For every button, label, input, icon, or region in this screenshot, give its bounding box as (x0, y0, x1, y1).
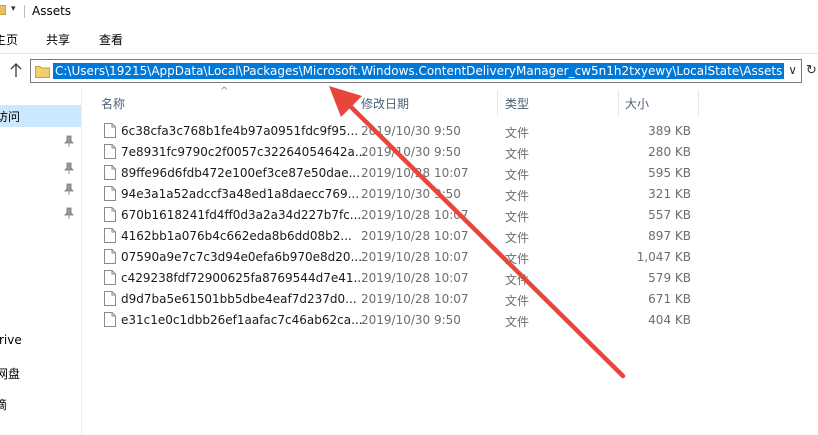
nav-item-netdisk[interactable]: 网盘 (0, 365, 20, 382)
file-name[interactable]: 4162bb1a076b4c662eda8b6dd08b2... (121, 229, 352, 243)
pin-icon (64, 183, 74, 195)
table-row[interactable]: e31c1e0c1dbb26ef1aafac7c46ab62ca... 2019/… (96, 310, 696, 331)
nav-item-onedrive[interactable]: rive (0, 333, 22, 347)
file-size: 1,047 KB (636, 250, 691, 264)
file-icon (104, 123, 116, 138)
file-icon (104, 165, 116, 180)
file-size: 595 KB (648, 166, 691, 180)
file-date: 2019/10/30 9:50 (361, 145, 461, 159)
column-header-date[interactable]: 修改日期 (361, 95, 409, 112)
column-header-type[interactable]: 类型 (505, 95, 529, 112)
file-type: 文件 (505, 315, 530, 329)
file-name[interactable]: d9d7ba5e61501bb5dbe4eaf7d237d0... (121, 292, 357, 306)
refresh-icon[interactable]: ↻ (806, 63, 817, 78)
file-type: 文件 (505, 189, 530, 203)
title-divider (24, 5, 25, 18)
table-row[interactable]: d9d7ba5e61501bb5dbe4eaf7d237d0... 2019/10… (96, 289, 696, 310)
file-size: 557 KB (648, 208, 691, 222)
address-row: C:\Users\19215\AppData\Local\Packages\Mi… (0, 54, 818, 88)
tab-view[interactable]: 查看 (99, 31, 123, 48)
table-row[interactable]: 94e3a1a52adccf3a48ed1a8daecc769... 2019/1… (96, 184, 696, 205)
table-row[interactable]: 4162bb1a076b4c662eda8b6dd08b2... 2019/10/… (96, 226, 696, 247)
file-list: ^ 名称 修改日期 类型 大小 6c38cfa3c768b1fe4b97a095… (96, 86, 816, 435)
column-divider[interactable] (497, 90, 498, 116)
file-date: 2019/10/28 10:07 (361, 229, 469, 243)
table-row[interactable]: 07590a9e7c7c3d94e0efa6b970e8d20... 2019/1… (96, 247, 696, 268)
title-bar: ▾ Assets (0, 0, 818, 24)
file-icon (104, 144, 116, 159)
file-date: 2019/10/30 9:50 (361, 187, 461, 201)
quick-access-dropdown-icon[interactable]: ▾ (11, 4, 16, 14)
file-date: 2019/10/28 10:07 (361, 271, 469, 285)
file-date: 2019/10/30 9:50 (361, 313, 461, 327)
ribbon-tabs: 主页 共享 查看 (0, 24, 818, 54)
file-date: 2019/10/28 10:07 (361, 166, 469, 180)
column-divider[interactable] (353, 90, 354, 116)
file-type: 文件 (505, 231, 530, 245)
file-icon (104, 249, 116, 264)
pin-icon (64, 162, 74, 174)
window-title: Assets (32, 4, 72, 18)
file-size: 579 KB (648, 271, 691, 285)
file-type: 文件 (505, 273, 530, 287)
pin-icon (64, 207, 74, 219)
table-row[interactable]: c429238fdf72900625fa8769544d7e41... 2019/… (96, 268, 696, 289)
navigation-pane: 访问 rive 网盘 滴 (0, 88, 82, 435)
file-name[interactable]: 07590a9e7c7c3d94e0efa6b970e8d20... (121, 250, 362, 264)
address-path[interactable]: C:\Users\19215\AppData\Local\Packages\Mi… (53, 63, 785, 79)
file-size: 280 KB (648, 145, 691, 159)
column-header-name[interactable]: 名称 (101, 95, 125, 112)
file-icon (104, 291, 116, 306)
file-type: 文件 (505, 294, 530, 308)
column-divider[interactable] (618, 90, 619, 116)
file-name[interactable]: 7e8931fc9790c2f0057c32264054642a... (121, 145, 366, 159)
up-arrow-icon[interactable] (9, 62, 23, 78)
file-type: 文件 (505, 210, 530, 224)
file-type: 文件 (505, 147, 530, 161)
file-size: 404 KB (648, 313, 691, 327)
folder-icon (0, 5, 6, 15)
sort-caret-icon: ^ (220, 86, 229, 97)
file-icon (104, 228, 116, 243)
table-row[interactable]: 6c38cfa3c768b1fe4b97a0951fdc9f95... 2019/… (96, 121, 696, 142)
file-name[interactable]: 89ffe96d6fdb472e100ef3ce87e50dae... (121, 166, 360, 180)
file-type: 文件 (505, 126, 530, 140)
file-size: 671 KB (648, 292, 691, 306)
table-row[interactable]: 670b1618241fd4ff0d3a2a34d227b7fc... 2019/… (96, 205, 696, 226)
table-row[interactable]: 7e8931fc9790c2f0057c32264054642a... 2019/… (96, 142, 696, 163)
file-name[interactable]: c429238fdf72900625fa8769544d7e41... (121, 271, 365, 285)
file-date: 2019/10/28 10:07 (361, 250, 469, 264)
file-name[interactable]: e31c1e0c1dbb26ef1aafac7c46ab62ca... (121, 313, 363, 327)
file-name[interactable]: 670b1618241fd4ff0d3a2a34d227b7fc... (121, 208, 361, 222)
chevron-down-icon[interactable]: ∨ (788, 63, 797, 77)
folder-icon (35, 66, 50, 78)
address-bar[interactable]: C:\Users\19215\AppData\Local\Packages\Mi… (30, 59, 802, 83)
file-icon (104, 312, 116, 327)
pin-icon (64, 135, 74, 147)
file-icon (104, 186, 116, 201)
tab-share[interactable]: 共享 (46, 31, 70, 48)
table-row[interactable]: 89ffe96d6fdb472e100ef3ce87e50dae... 2019/… (96, 163, 696, 184)
nav-item-other[interactable]: 滴 (0, 396, 7, 413)
tab-home[interactable]: 主页 (0, 31, 18, 48)
file-size: 897 KB (648, 229, 691, 243)
file-name[interactable]: 6c38cfa3c768b1fe4b97a0951fdc9f95... (121, 124, 358, 138)
file-date: 2019/10/28 10:07 (361, 292, 469, 306)
file-icon (104, 207, 116, 222)
file-date: 2019/10/28 10:07 (361, 208, 469, 222)
nav-item-quick-access[interactable]: 访问 (0, 108, 20, 125)
file-type: 文件 (505, 168, 530, 182)
file-size: 321 KB (648, 187, 691, 201)
file-type: 文件 (505, 252, 530, 266)
file-size: 389 KB (648, 124, 691, 138)
file-date: 2019/10/30 9:50 (361, 124, 461, 138)
file-name[interactable]: 94e3a1a52adccf3a48ed1a8daecc769... (121, 187, 359, 201)
file-icon (104, 270, 116, 285)
column-header-size[interactable]: 大小 (625, 95, 649, 112)
column-divider[interactable] (698, 90, 699, 116)
